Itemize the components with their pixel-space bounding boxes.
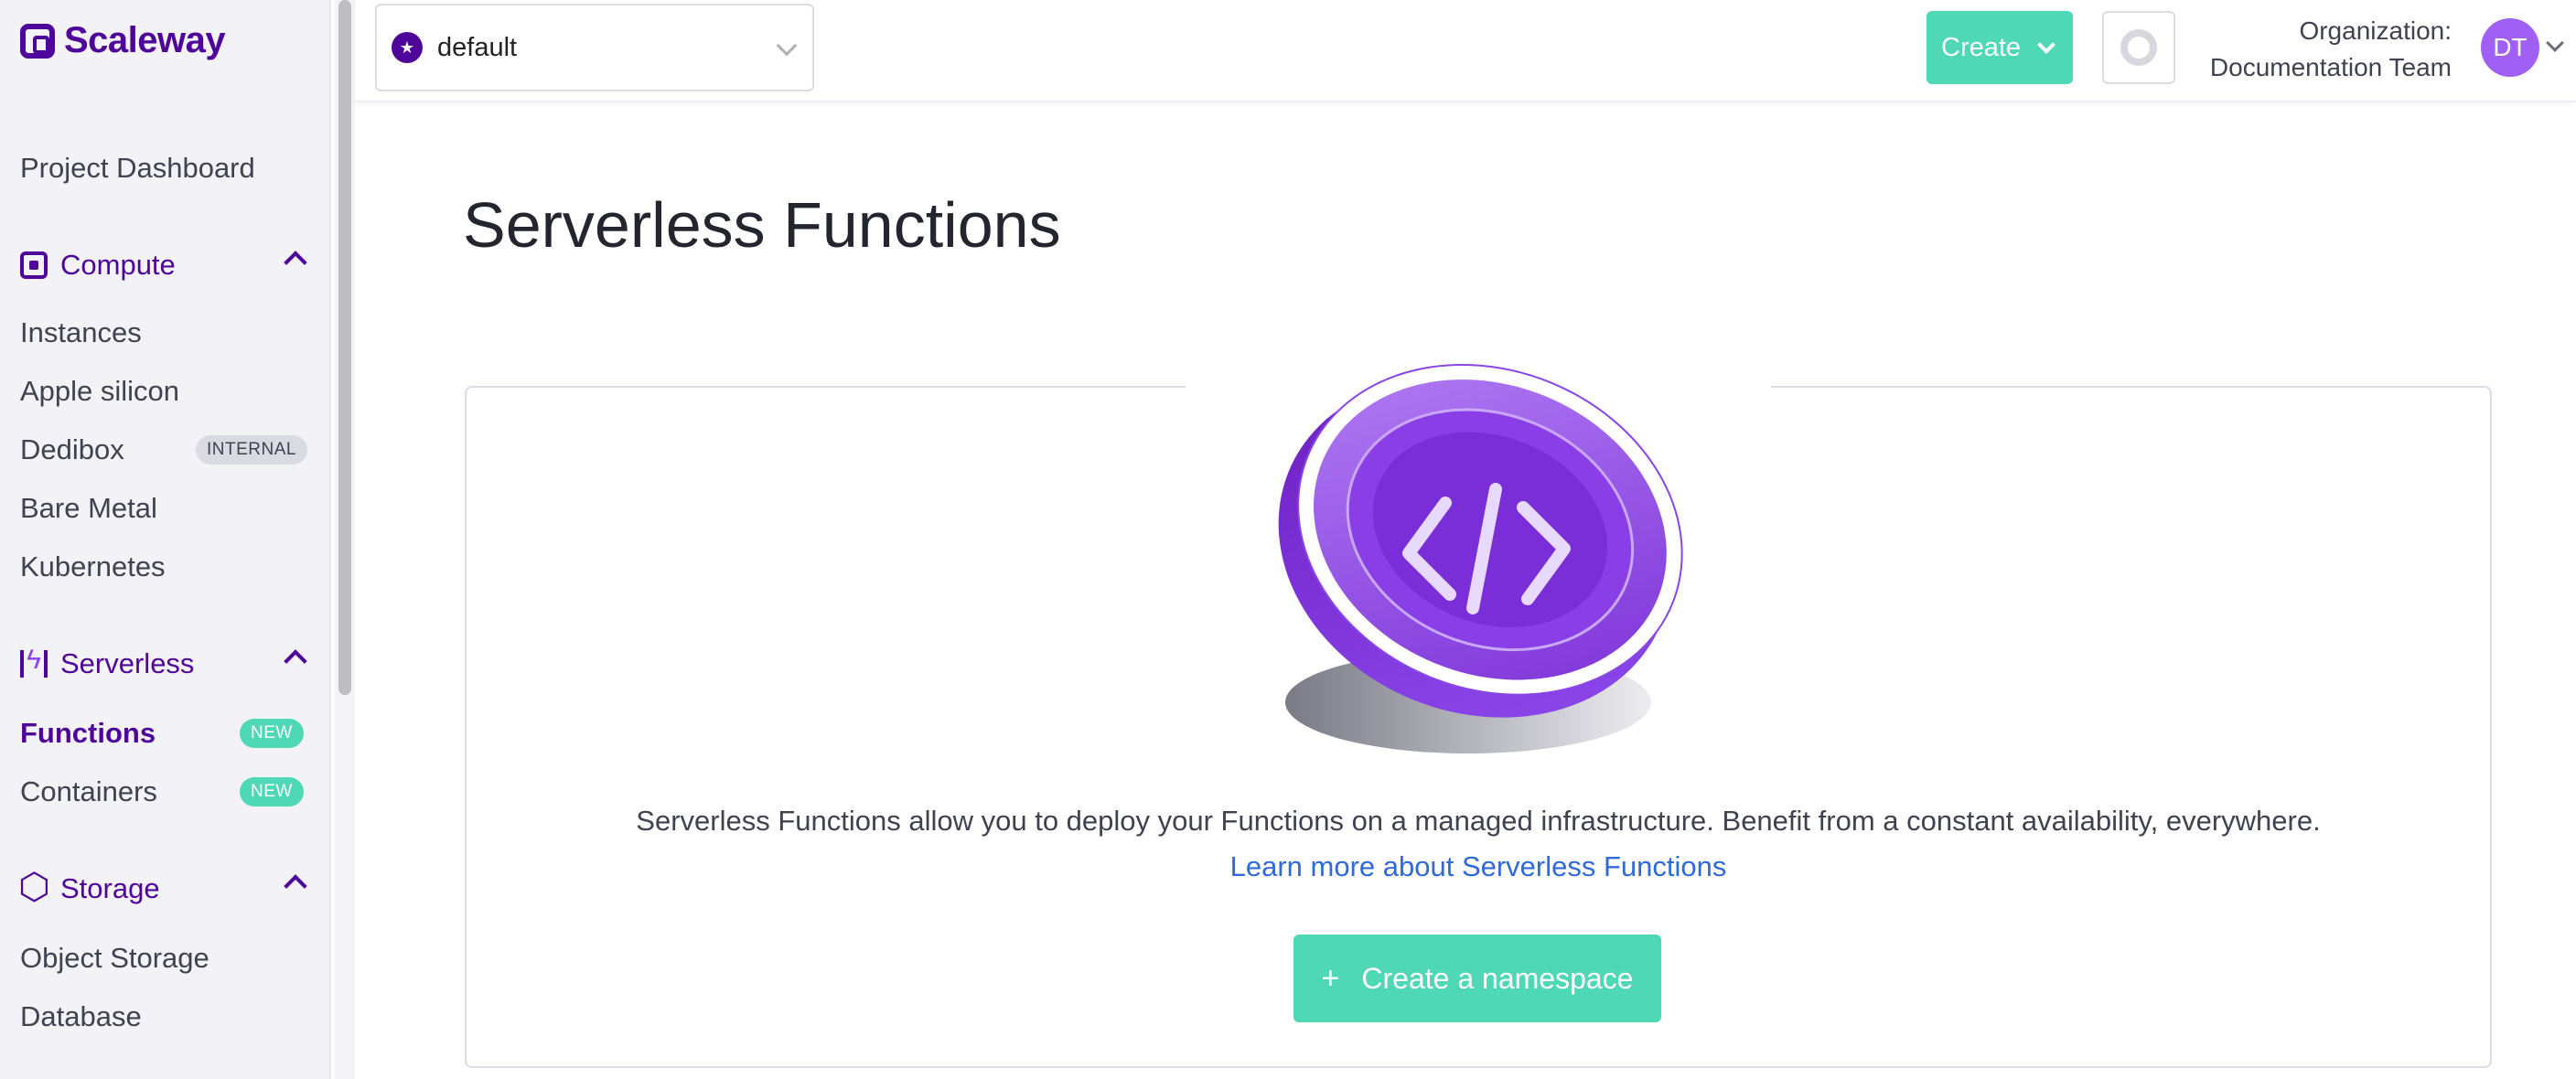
sidebar-group-label: Compute: [60, 249, 176, 281]
chevron-up-icon: [284, 649, 307, 673]
create-namespace-label: Create a namespace: [1361, 961, 1634, 995]
chevron-down-icon: [2037, 36, 2055, 54]
sidebar-item-kubernetes[interactable]: Kubernetes: [20, 550, 166, 583]
sidebar-group-compute[interactable]: Compute: [20, 249, 307, 282]
storage-hexagon-icon: [18, 866, 50, 908]
org-label: Organization:: [2299, 16, 2452, 45]
sidebar-item-object-storage[interactable]: Object Storage: [20, 942, 209, 975]
chevron-down-icon[interactable]: [2546, 34, 2564, 52]
new-badge: NEW: [240, 777, 304, 807]
brand-name: Scaleway: [64, 20, 226, 60]
plus-icon: +: [1321, 960, 1340, 996]
org-name: Documentation Team: [2209, 53, 2452, 81]
sidebar-item-database[interactable]: Database: [20, 1000, 142, 1033]
sidebar-item-functions[interactable]: Functions: [20, 717, 156, 750]
new-badge: NEW: [240, 719, 304, 748]
sidebar-group-label: Storage: [60, 872, 160, 904]
sidebar-item-instances[interactable]: Instances: [20, 316, 142, 349]
sidebar-group-label: Serverless: [60, 647, 195, 679]
create-button-label: Create: [1941, 32, 2022, 62]
chevron-up-icon: [284, 874, 307, 898]
topbar: ★ default Create Organization: Documenta…: [355, 0, 2576, 102]
page-title: Serverless Functions: [463, 189, 1061, 261]
scrollbar-thumb[interactable]: [338, 0, 351, 695]
sidebar-item-containers[interactable]: Containers: [20, 775, 157, 808]
create-namespace-button[interactable]: + Create a namespace: [1293, 935, 1661, 1022]
learn-more-link[interactable]: Learn more about Serverless Functions: [465, 850, 2492, 883]
serverless-bolt-icon: [20, 645, 48, 678]
empty-state-description: Serverless Functions allow you to deploy…: [636, 805, 2321, 837]
sidebar-item-project-dashboard[interactable]: Project Dashboard: [20, 152, 255, 185]
project-star-icon: ★: [392, 32, 423, 63]
chevron-down-icon: [776, 35, 798, 57]
compute-chip-icon: [20, 251, 48, 279]
sidebar-group-serverless[interactable]: Serverless: [20, 645, 307, 680]
project-selector[interactable]: ★ default: [375, 4, 814, 91]
code-coin-illustration: [1278, 363, 1683, 753]
sidebar-item-apple-silicon[interactable]: Apple silicon: [20, 375, 179, 408]
scaleway-logo[interactable]: Scaleway: [20, 20, 226, 61]
chevron-up-icon: [284, 251, 307, 274]
scaleway-logo-icon: [20, 23, 55, 59]
sidebar-item-dedibox[interactable]: Dedibox: [20, 433, 124, 466]
sidebar-group-storage[interactable]: Storage: [18, 866, 307, 908]
organization-info[interactable]: Organization: Documentation Team: [2184, 13, 2452, 86]
avatar[interactable]: DT: [2481, 18, 2539, 77]
sidebar-item-bare-metal[interactable]: Bare Metal: [20, 492, 157, 525]
sidebar-scrollbar[interactable]: [335, 0, 355, 1079]
sidebar: Scaleway Project Dashboard Compute Insta…: [0, 0, 331, 1079]
internal-badge: INTERNAL: [196, 435, 307, 465]
lifebuoy-icon: [2120, 29, 2157, 66]
help-button[interactable]: [2102, 11, 2175, 84]
create-button[interactable]: Create: [1927, 11, 2073, 84]
project-name: default: [437, 32, 518, 62]
